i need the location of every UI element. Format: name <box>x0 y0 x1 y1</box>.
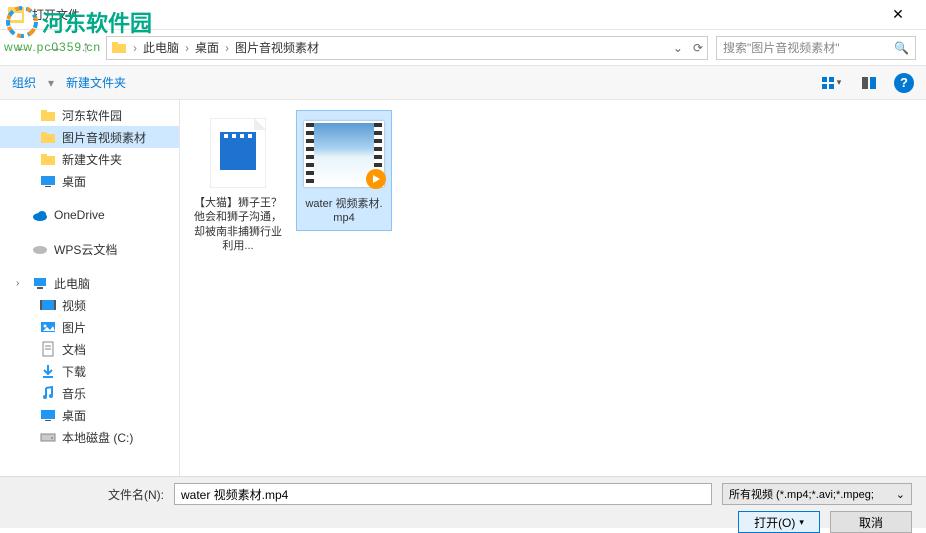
filename-label: 文件名(N): <box>14 486 164 503</box>
new-folder-button[interactable]: 新建文件夹 <box>66 74 126 91</box>
sidebar-item-label: 下载 <box>62 363 86 380</box>
chevron-right-icon: › <box>225 41 229 55</box>
drive-icon <box>40 429 56 445</box>
file-label: 【大猫】狮子王？他会和狮子沟通，却被南非捕狮行业利用... <box>194 196 282 253</box>
downloads-icon <box>40 363 56 379</box>
folder-icon <box>40 107 56 123</box>
file-pane[interactable]: 【大猫】狮子王？他会和狮子沟通，却被南非捕狮行业利用... water 视频素材.… <box>180 100 926 476</box>
search-placeholder: 搜索"图片音视频素材" <box>723 39 840 56</box>
search-input[interactable]: 搜索"图片音视频素材" 🔍 <box>716 36 916 60</box>
app-icon <box>8 7 24 23</box>
titlebar: 打开文件 ✕ <box>0 0 926 30</box>
sidebar-item-label: 音乐 <box>62 385 86 402</box>
docs-icon <box>40 341 56 357</box>
sidebar-item-folder[interactable]: ›新建文件夹 <box>0 148 179 170</box>
sidebar-item-drive[interactable]: ›本地磁盘 (C:) <box>0 426 179 448</box>
video-icon <box>40 297 56 313</box>
preview-pane-button[interactable] <box>856 72 882 94</box>
cancel-button[interactable]: 取消 <box>830 511 912 533</box>
sidebar-item-label: 此电脑 <box>54 275 90 292</box>
chevron-right-icon: › <box>185 41 189 55</box>
sidebar-item-label: 图片音视频素材 <box>62 129 146 146</box>
pictures-icon <box>40 319 56 335</box>
navbar: ← → ↑ › 此电脑 › 桌面 › 图片音视频素材 ⌄ ⟳ 搜索"图片音视频素… <box>0 30 926 66</box>
breadcrumb-item[interactable]: 此电脑 <box>143 39 179 56</box>
sidebar-item-folder[interactable]: ›图片音视频素材 <box>0 126 179 148</box>
window-title: 打开文件 <box>32 6 878 23</box>
sidebar-item-desktop[interactable]: ›桌面 <box>0 404 179 426</box>
sidebar-item-wps[interactable]: ›WPS云文档 <box>0 238 179 260</box>
up-button[interactable]: ↑ <box>74 36 98 60</box>
file-thumbnail <box>304 115 384 193</box>
sidebar-item-onedrive[interactable]: ›OneDrive <box>0 204 179 226</box>
chevron-down-icon[interactable]: ⌄ <box>673 41 683 55</box>
sidebar-item-label: 新建文件夹 <box>62 151 122 168</box>
footer: 文件名(N): 所有视频 (*.mp4;*.avi;*.mpeg;⌄ 打开(O)… <box>0 476 926 528</box>
filename-input[interactable] <box>174 483 712 505</box>
sidebar-item-desktop[interactable]: ›桌面 <box>0 170 179 192</box>
pc-icon <box>32 275 48 291</box>
sidebar-item-label: 文档 <box>62 341 86 358</box>
onedrive-icon <box>32 207 48 223</box>
sidebar: ›河东软件园›图片音视频素材›新建文件夹›桌面›OneDrive›WPS云文档›… <box>0 100 180 476</box>
file-item[interactable]: water 视频素材.mp4 <box>296 110 392 231</box>
sidebar-item-label: 桌面 <box>62 173 86 190</box>
file-label: water 视频素材.mp4 <box>301 197 387 226</box>
filetype-select[interactable]: 所有视频 (*.mp4;*.avi;*.mpeg;⌄ <box>722 483 912 505</box>
breadcrumb-item[interactable]: 图片音视频素材 <box>235 39 319 56</box>
sidebar-item-label: 河东软件园 <box>62 107 122 124</box>
close-button[interactable]: ✕ <box>878 0 918 30</box>
file-item[interactable]: 【大猫】狮子王？他会和狮子沟通，却被南非捕狮行业利用... <box>190 110 286 257</box>
chevron-right-icon: › <box>133 41 137 55</box>
open-button[interactable]: 打开(O)▾ <box>738 511 820 533</box>
sidebar-item-label: OneDrive <box>54 208 105 222</box>
sidebar-item-label: 视频 <box>62 297 86 314</box>
file-thumbnail <box>198 114 278 192</box>
music-icon <box>40 385 56 401</box>
forward-button: → <box>42 36 66 60</box>
view-icons-button[interactable]: ▾ <box>818 72 844 94</box>
breadcrumb-item[interactable]: 桌面 <box>195 39 219 56</box>
desktop-icon <box>40 173 56 189</box>
folder-icon <box>111 40 127 56</box>
folder-icon <box>40 129 56 145</box>
search-icon: 🔍 <box>894 41 909 55</box>
breadcrumb[interactable]: › 此电脑 › 桌面 › 图片音视频素材 ⌄ ⟳ <box>106 36 708 60</box>
wps-icon <box>32 241 48 257</box>
organize-menu[interactable]: 组织 <box>12 74 36 91</box>
sidebar-item-music[interactable]: ›音乐 <box>0 382 179 404</box>
sidebar-item-docs[interactable]: ›文档 <box>0 338 179 360</box>
sidebar-item-label: 本地磁盘 (C:) <box>62 429 133 446</box>
sidebar-item-downloads[interactable]: ›下载 <box>0 360 179 382</box>
sidebar-item-label: WPS云文档 <box>54 241 117 258</box>
sidebar-item-pictures[interactable]: ›图片 <box>0 316 179 338</box>
sidebar-item-label: 图片 <box>62 319 86 336</box>
sidebar-item-pc[interactable]: ›此电脑 <box>0 272 179 294</box>
sidebar-item-video[interactable]: ›视频 <box>0 294 179 316</box>
sidebar-item-folder[interactable]: ›河东软件园 <box>0 104 179 126</box>
desktop-icon <box>40 407 56 423</box>
back-button[interactable]: ← <box>10 36 34 60</box>
toolbar: 组织 ▾ 新建文件夹 ▾ ? <box>0 66 926 100</box>
folder-icon <box>40 151 56 167</box>
help-button[interactable]: ? <box>894 73 914 93</box>
refresh-icon[interactable]: ⟳ <box>693 41 703 55</box>
sidebar-item-label: 桌面 <box>62 407 86 424</box>
